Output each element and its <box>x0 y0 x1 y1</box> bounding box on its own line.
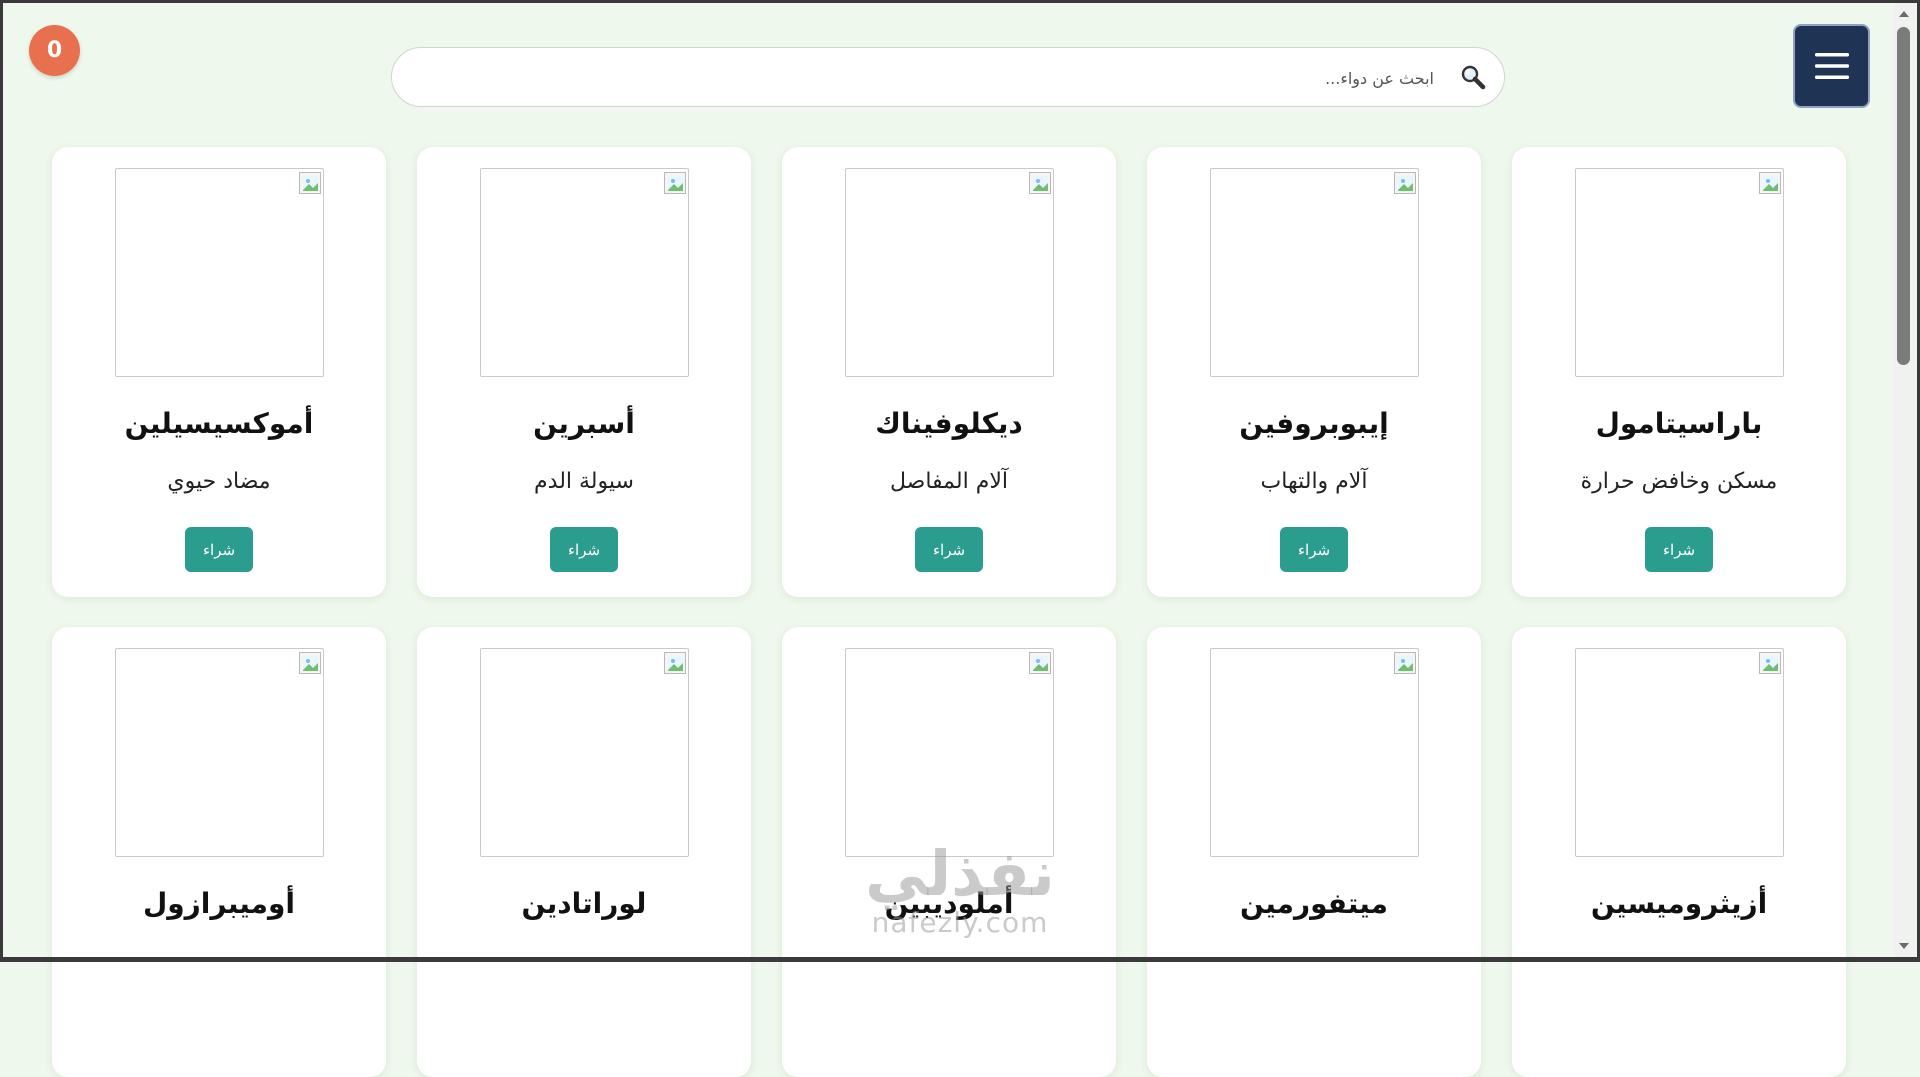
buy-button[interactable]: شراء <box>1645 527 1713 572</box>
product-description: مضاد حيوي <box>167 469 271 494</box>
product-name: باراسيتامول <box>1595 407 1763 440</box>
product-image <box>1575 648 1784 857</box>
product-card: لوراتادين <box>417 627 751 1077</box>
hamburger-icon <box>1814 53 1849 79</box>
broken-image-icon <box>1759 652 1781 674</box>
product-name: أسبرين <box>533 407 635 440</box>
broken-image-icon <box>299 172 321 194</box>
product-image <box>845 168 1054 377</box>
product-card: أملوديبين <box>782 627 1116 1077</box>
product-card: إيبوبروفين آلام والتهاب شراء <box>1147 147 1481 597</box>
product-image <box>1575 168 1784 377</box>
buy-button[interactable]: شراء <box>915 527 983 572</box>
cart-count-badge[interactable]: 0 <box>29 25 80 76</box>
product-card: أزيثروميسين <box>1512 627 1846 1077</box>
product-description: مسكن وخافض حرارة <box>1580 469 1778 494</box>
product-card: أسبرين سيولة الدم شراء <box>417 147 751 597</box>
product-name: أملوديبين <box>884 887 1014 920</box>
product-card: أموكسيسيلين مضاد حيوي شراء <box>52 147 386 597</box>
product-description: سيولة الدم <box>534 469 634 494</box>
buy-button[interactable]: شراء <box>185 527 253 572</box>
buy-button[interactable]: شراء <box>550 527 618 572</box>
product-image <box>1210 168 1419 377</box>
broken-image-icon <box>1394 172 1416 194</box>
broken-image-icon <box>299 652 321 674</box>
product-image <box>115 168 324 377</box>
search-input[interactable] <box>412 48 1436 108</box>
product-name: إيبوبروفين <box>1239 407 1389 440</box>
product-name: أزيثروميسين <box>1590 887 1768 920</box>
broken-image-icon <box>664 652 686 674</box>
buy-button[interactable]: شراء <box>1280 527 1348 572</box>
product-card: أوميبرازول <box>52 627 386 1077</box>
product-image <box>1210 648 1419 857</box>
product-name: لوراتادين <box>521 887 647 920</box>
product-image <box>845 648 1054 857</box>
product-name: ديكلوفيناك <box>875 407 1023 440</box>
broken-image-icon <box>664 172 686 194</box>
product-image <box>115 648 324 857</box>
broken-image-icon <box>1759 172 1781 194</box>
scroll-thumb[interactable] <box>1897 27 1910 365</box>
product-card: ميتفورمين <box>1147 627 1481 1077</box>
scroll-down-arrow-icon[interactable] <box>1899 943 1909 949</box>
broken-image-icon <box>1394 652 1416 674</box>
product-card: باراسيتامول مسكن وخافض حرارة شراء <box>1512 147 1846 597</box>
product-image <box>480 168 689 377</box>
product-name: أوميبرازول <box>142 887 296 920</box>
menu-button[interactable] <box>1793 24 1870 108</box>
broken-image-icon <box>1029 652 1051 674</box>
product-description: آلام المفاصل <box>890 469 1008 494</box>
product-name: أموكسيسيلين <box>124 407 314 440</box>
scroll-up-arrow-icon[interactable] <box>1899 11 1909 17</box>
vertical-scrollbar[interactable] <box>1893 3 1915 957</box>
product-description: آلام والتهاب <box>1260 469 1368 494</box>
search-bar <box>391 47 1505 108</box>
broken-image-icon <box>1029 172 1051 194</box>
product-name: ميتفورمين <box>1240 887 1388 920</box>
magnifier-icon <box>1461 65 1486 90</box>
product-card: ديكلوفيناك آلام المفاصل شراء <box>782 147 1116 597</box>
product-image <box>480 648 689 857</box>
